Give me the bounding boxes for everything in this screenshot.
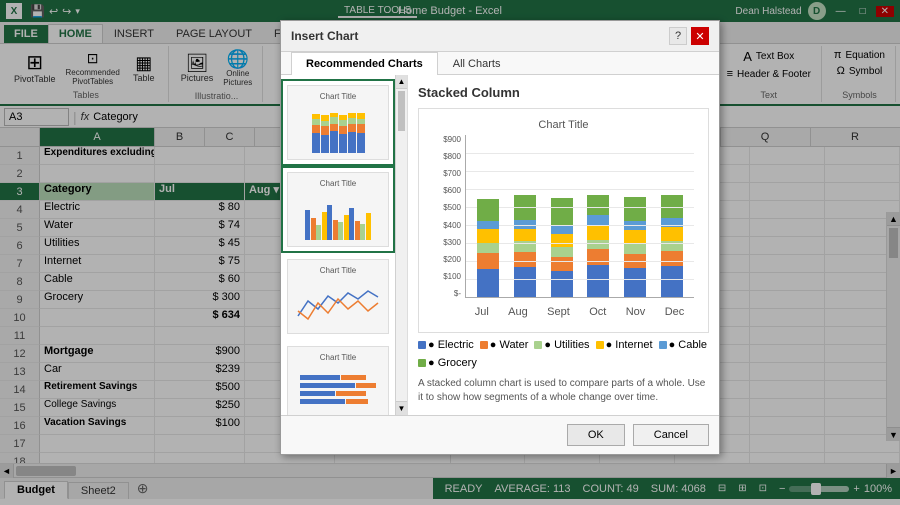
cancel-button[interactable]: Cancel [633,424,709,446]
chart-list-scroll-down[interactable]: ▼ [396,401,407,415]
x-label-jul: Jul [475,306,489,318]
x-label-oct: Oct [589,306,606,318]
chart-thumb-stacked-col[interactable]: Chart Title [281,79,395,166]
insert-chart-dialog: Insert Chart ? ✕ Recommended Charts All … [280,20,720,455]
y-label-500: $500 [443,203,461,212]
y-label-400: $400 [443,221,461,230]
y-label-300: $300 [443,238,461,247]
x-label-dec: Dec [665,306,685,318]
modal-tab-recommended[interactable]: Recommended Charts [291,52,438,75]
legend-water: ● Water [490,339,529,351]
y-label-800: $800 [443,152,461,161]
y-label-200: $200 [443,255,461,264]
bar-jul [477,199,499,297]
y-label-0: $- [454,289,461,298]
ok-button[interactable]: OK [567,424,625,446]
modal-close-btn[interactable]: ✕ [691,27,709,45]
modal-overlay: Insert Chart ? ✕ Recommended Charts All … [0,0,900,505]
legend-internet: ● Internet [606,339,653,351]
x-label-nov: Nov [626,306,646,318]
modal-title: Insert Chart [291,29,358,43]
chart-thumb-bar[interactable]: Chart Title [281,340,395,415]
modal-tab-all[interactable]: All Charts [438,52,516,75]
y-label-700: $700 [443,169,461,178]
legend-electric: ● Electric [428,339,474,351]
x-label-aug: Aug [508,306,528,318]
chart-thumb-clustered-col[interactable]: Chart Title [281,166,395,253]
chart-title: Chart Title [429,119,698,131]
x-label-sept: Sept [547,306,570,318]
modal-help-btn[interactable]: ? [669,27,687,45]
chart-thumb-line[interactable]: Chart Title [281,253,395,340]
y-label-100: $100 [443,272,461,281]
legend-utilities: ● Utilities [544,339,589,351]
chart-list-scroll-up[interactable]: ▲ [396,75,407,89]
legend-cable: ● Cable [669,339,707,351]
chart-list-scroll-thumb[interactable] [398,91,405,131]
chart-description: A stacked column chart is used to compar… [418,377,709,405]
chart-type-name: Stacked Column [418,85,709,100]
y-label-900: $900 [443,135,461,144]
legend-grocery: ● Grocery [428,357,477,369]
chart-legend: ● Electric ● Water ● Utilities ● Interne… [418,339,709,369]
y-label-600: $600 [443,186,461,195]
